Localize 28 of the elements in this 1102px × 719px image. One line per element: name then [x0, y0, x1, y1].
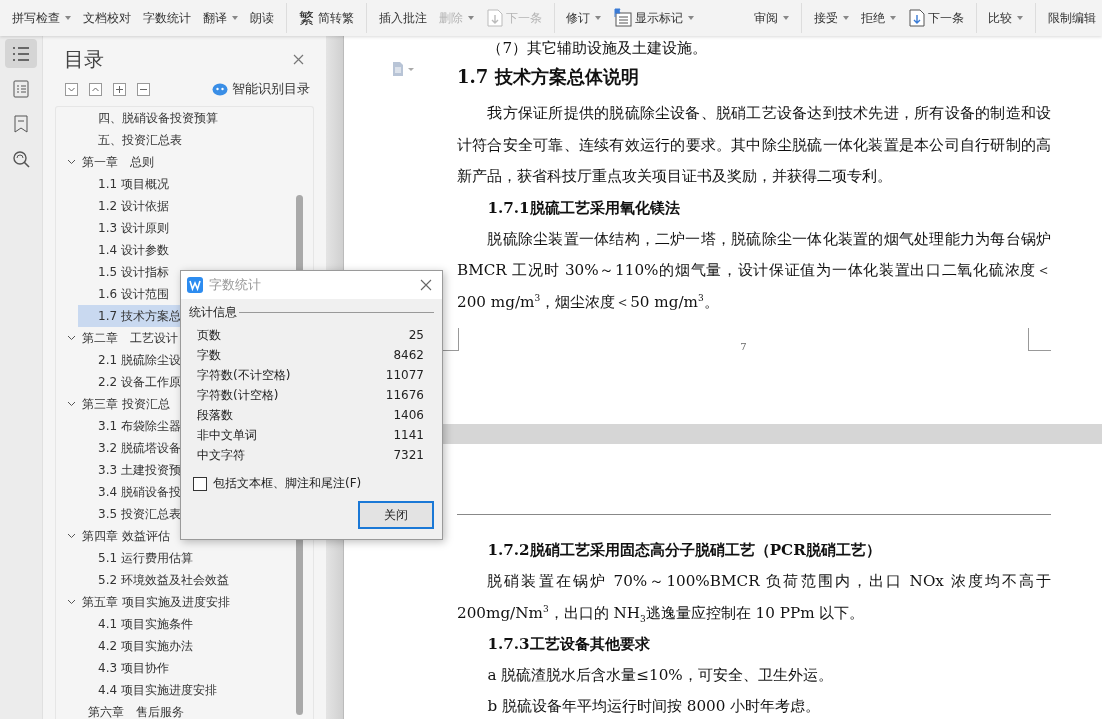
list-item: b 脱硫设备年平均运行时间按 8000 小时年考虑。 [486, 696, 822, 717]
stat-label: 字符数(不计空格) [197, 367, 291, 384]
subsection-heading: 1.7.1脱硫工艺采用氧化镁法 [486, 197, 681, 219]
stat-value: 11676 [385, 387, 424, 404]
subsection-heading: 1.7.3工艺设备其他要求 [486, 634, 651, 655]
panel-title: 目录 [64, 46, 104, 73]
stat-label: 段落数 [197, 407, 233, 424]
stat-value: 11077 [385, 367, 424, 384]
section-heading: 1.7 技术方案总体说明 [457, 65, 640, 89]
stat-label: 非中文单词 [197, 427, 257, 444]
page-number: 7 [740, 341, 747, 352]
stat-value: 1406 [393, 407, 424, 424]
paragraph: 脱硝装置在锅炉 70%～100%BMCR 负荷范围内，出口 NOx 浓度均不高于 200mg/Nm$^{3}$，出口的 NH$_{3}$逃逸量应控制在 10 PPm 以下。 [457, 571, 1051, 626]
stat-label: 页数 [197, 327, 221, 344]
stat-value: 25 [408, 327, 424, 344]
stat-label: 中文字符 [197, 447, 245, 464]
group-label: 统计信息 [189, 304, 237, 321]
stat-value: 7321 [393, 447, 424, 464]
stat-label: 字符数(计空格) [197, 387, 279, 404]
list-item: a 脱硫渣脱水后含水量≤10%，可安全、卫生外运。 [486, 665, 834, 686]
subsection-heading: 1.7.2脱硝工艺采用固态高分子脱硝工艺（PCR脱硝工艺） [486, 540, 882, 561]
dialog-title: 字数统计 [209, 276, 261, 294]
paragraph: 我方保证所提供的脱硫除尘设备、脱硝工艺设备达到技术先进，所有设备的制造和设计符合安全可靠、连续有效运行的要求。其中除尘脱硫一体化装置是本公司自行研制的高新产品，获省科技厅重点攻关项目证书及奖励，并获得二项专利。 [457, 103, 1051, 187]
paragraph: （7）其它辅助设施及土建设施。 [486, 38, 709, 58]
stat-value: 8462 [393, 347, 424, 364]
stat-value: 1141 [393, 427, 424, 444]
paragraph: 脱硫除尘装置一体结构，二炉一塔，脱硫除尘一体化装置的烟气处理能力为每台锅炉 BMCR 工况时 30%～110%的烟气量，设计保证值为一体化装置出口二氧化硫浓度＜200 mg/m$^{3}$，烟尘浓度＜50 mg/m$^{3}$。 [457, 228, 1051, 313]
stat-label: 字数 [197, 347, 221, 364]
